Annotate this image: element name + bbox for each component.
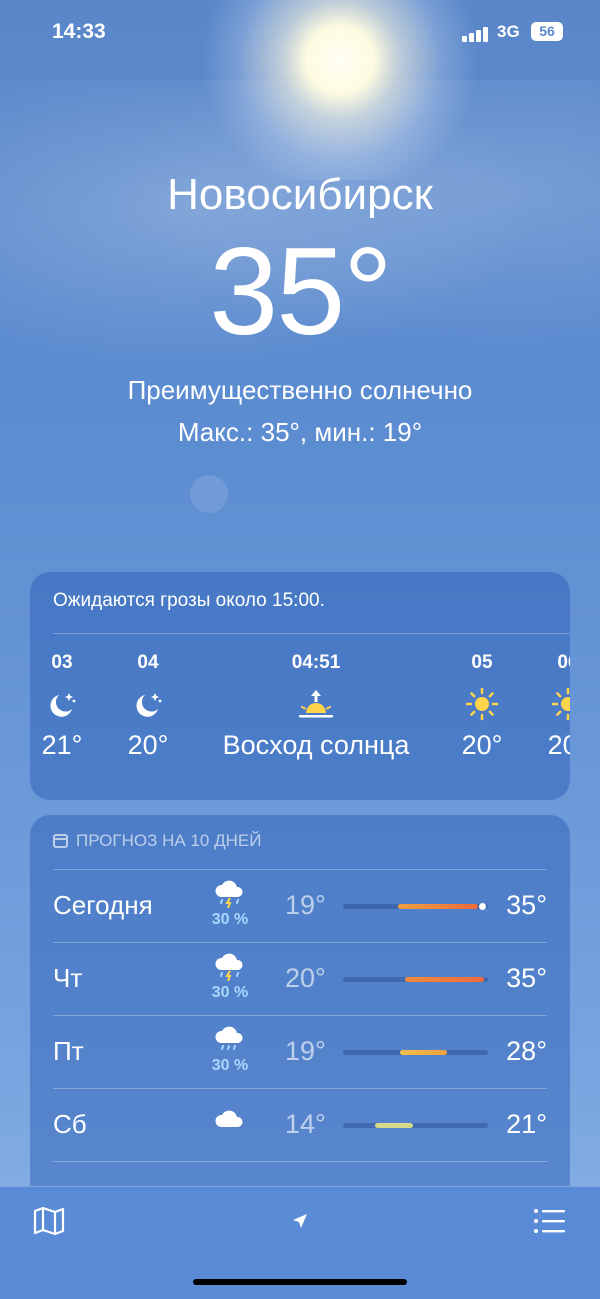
hour-temp: 20° (547, 730, 570, 760)
hour-temp: Восход солнца (222, 730, 410, 760)
day-name: Чт (53, 963, 83, 993)
day-name: Пт (53, 1036, 84, 1066)
temp-range-bar (343, 1123, 488, 1128)
hour-label: 06 (557, 652, 570, 673)
day-row[interactable]: Пт 30 % 19° 28° (53, 1015, 547, 1088)
temp-range-fill (374, 1123, 413, 1128)
hour-label: 03 (51, 652, 73, 673)
temp-range-fill (398, 904, 478, 909)
list-button[interactable] (530, 1203, 570, 1239)
day-row[interactable]: Чт 30 % 20° 35° (53, 942, 547, 1015)
hour-label: 04:51 (291, 652, 341, 673)
hour-temp: 20° (127, 730, 169, 760)
precip-chance: 30 % (211, 984, 249, 1001)
hourly-summary: Ожидаются грозы около 15:00. (53, 590, 325, 611)
day-row[interactable]: Сегодня 30 % 19° 35° (53, 869, 547, 942)
day-name: Сегодня (53, 890, 153, 920)
precip-chance: 30 % (211, 1057, 249, 1074)
sunrise-icon (206, 678, 426, 730)
high-temp: 28° (506, 1036, 547, 1066)
sun-icon (536, 678, 570, 730)
hour-temp: 20° (461, 730, 503, 760)
hour-item: 04 20° (116, 652, 180, 761)
sun-icon (450, 678, 514, 730)
moon-stars-icon (116, 678, 180, 730)
ten-day-forecast-card[interactable]: ПРОГНОЗ НА 10 ДНЕЙ Сегодня 30 % 19° 35° … (30, 815, 570, 1215)
hourly-forecast-card[interactable]: Ожидаются грозы около 15:00. 03 21° 04 2… (30, 572, 570, 800)
location-arrow-icon (293, 1214, 307, 1228)
calendar-icon (53, 834, 68, 848)
cloud-icon (205, 1105, 255, 1140)
lens-flare (190, 475, 228, 513)
city-name: Новосибирск (167, 170, 433, 219)
home-indicator[interactable] (193, 1279, 407, 1285)
status-bar: 14:33 3G 56 (0, 20, 600, 50)
hour-item: 06 20° (536, 652, 570, 761)
temp-range-bar (343, 977, 488, 982)
map-icon (33, 1206, 65, 1236)
temp-range-bar (343, 903, 488, 910)
hour-temp: 21° (41, 730, 83, 760)
network-type: 3G (497, 22, 520, 41)
high-temp: 35° (506, 890, 547, 920)
cloud-bolt-rain-icon: 30 % (205, 951, 255, 1002)
high-temp: 21° (506, 1109, 547, 1139)
temp-range-fill (405, 977, 484, 982)
condition-text: Преимущественно солнечно (127, 375, 473, 405)
precip-chance: 30 % (211, 911, 249, 928)
day-row[interactable]: Сб 14° 21° (53, 1088, 547, 1161)
temp-range-bar (343, 1050, 488, 1055)
cloud-bolt-rain-icon: 30 % (205, 878, 255, 929)
high-low-text: Макс.: 35°, мин.: 19° (177, 417, 423, 447)
current-temp-dot (479, 903, 487, 910)
status-time: 14:33 (52, 20, 106, 43)
battery-icon: 56 (531, 22, 563, 41)
cell-signal-icon (462, 26, 490, 42)
hour-item: 04:51 Восход солнца (206, 652, 426, 761)
divider (53, 633, 570, 634)
ten-day-title: ПРОГНОЗ НА 10 ДНЕЙ (76, 831, 262, 850)
low-temp: 19° (285, 890, 326, 920)
moon-stars-icon (30, 678, 94, 730)
hour-item: 05 20° (450, 652, 514, 761)
location-button[interactable] (280, 1203, 320, 1239)
hour-item: 03 21° (30, 652, 94, 761)
ten-day-header: ПРОГНОЗ НА 10 ДНЕЙ (53, 831, 261, 851)
hour-label: 04 (137, 652, 159, 673)
map-button[interactable] (29, 1203, 69, 1239)
low-temp: 14° (285, 1109, 326, 1139)
high-temp: 35° (506, 963, 547, 993)
low-temp: 20° (285, 963, 326, 993)
hour-label: 05 (471, 652, 493, 673)
current-temperature: 35° (209, 223, 393, 361)
temp-range-fill (399, 1050, 448, 1055)
list-icon (534, 1209, 565, 1233)
low-temp: 19° (285, 1036, 326, 1066)
cloud-rain-icon: 30 % (205, 1024, 255, 1075)
day-name: Сб (53, 1109, 87, 1139)
